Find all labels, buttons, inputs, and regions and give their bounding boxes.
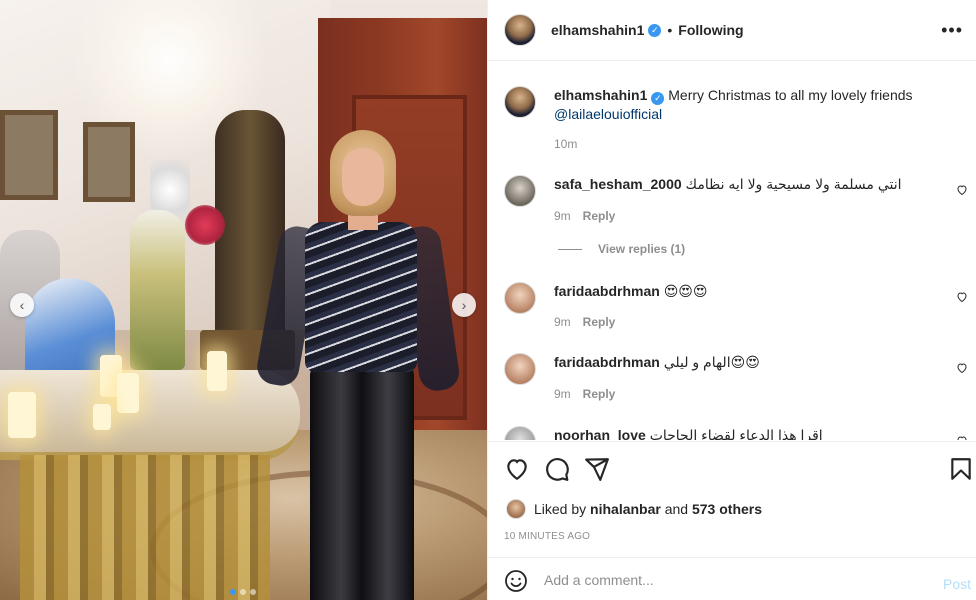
commenter-avatar[interactable]: [504, 353, 536, 385]
add-comment-bar: Post: [488, 557, 976, 600]
heart-icon[interactable]: [956, 291, 968, 303]
comment-body: safa_hesham_2000 انتي مسلمة ولا مسيحية و…: [554, 175, 934, 193]
view-replies-line: [558, 249, 582, 251]
author-avatar[interactable]: [504, 86, 536, 118]
following-button[interactable]: Following: [678, 22, 743, 38]
photo-flowers: [185, 205, 225, 245]
likes-summary: Liked by nihalanbar and 573 others: [506, 499, 762, 519]
likes-others[interactable]: 573 others: [692, 501, 762, 517]
carousel-dot: [230, 589, 236, 595]
reply-button[interactable]: Reply: [583, 387, 616, 401]
likes-prefix: Liked by: [534, 501, 587, 517]
likes-middle: and: [664, 501, 689, 517]
author-username[interactable]: elhamshahin1: [551, 22, 644, 38]
photo-wall-frame: [83, 122, 135, 202]
post-button[interactable]: Post: [943, 576, 971, 592]
photo-candle: [8, 392, 36, 438]
commenter-avatar[interactable]: [504, 426, 536, 440]
comments-list[interactable]: elhamshahin1 ✓ Merry Christmas to all my …: [488, 62, 976, 440]
comment-input[interactable]: [544, 568, 924, 592]
post-side-panel: elhamshahin1 ✓ • Following ••• elhamshah…: [487, 0, 976, 600]
caption-time: 10m: [554, 137, 578, 151]
heart-icon[interactable]: [956, 184, 968, 196]
comment-meta: 9m Reply: [554, 387, 615, 401]
comment-time: 9m: [554, 387, 571, 401]
likes-user[interactable]: nihalanbar: [590, 501, 661, 517]
carousel-dot: [240, 589, 246, 595]
reply-button[interactable]: Reply: [583, 209, 616, 223]
photo-person-legs: [310, 365, 414, 600]
caption-text: Merry Christmas to all my lovely friends: [668, 87, 913, 103]
photo-wall-frame: [0, 110, 58, 200]
post-media[interactable]: ‹ ›: [0, 0, 487, 600]
comment-username[interactable]: safa_hesham_2000: [554, 176, 682, 192]
comment-icon[interactable]: [544, 456, 570, 482]
carousel-dot: [250, 589, 256, 595]
comment-username[interactable]: noorhan_love: [554, 427, 646, 440]
photo-table: [0, 370, 300, 460]
verified-icon: ✓: [648, 23, 662, 37]
more-icon[interactable]: •••: [941, 20, 963, 41]
comment-text: انتي مسلمة ولا مسيحية ولا ايه نظامك: [685, 176, 902, 192]
caption-mention[interactable]: @lailaelouiofficial: [554, 106, 662, 122]
post-header: elhamshahin1 ✓ • Following •••: [488, 0, 976, 61]
liker-avatar[interactable]: [506, 499, 526, 519]
comment-username[interactable]: faridaabdrhman: [554, 354, 660, 370]
commenter-avatar[interactable]: [504, 282, 536, 314]
photo-person-face: [342, 148, 384, 206]
comment-body: noorhan_love اقرا هذا الدعاء لقضاء الحاج…: [554, 426, 934, 440]
view-replies-button[interactable]: View replies (1): [558, 242, 685, 256]
heart-icon[interactable]: [956, 362, 968, 374]
photo-candle: [117, 373, 139, 413]
caption-body: elhamshahin1 ✓ Merry Christmas to all my …: [554, 86, 934, 123]
reply-button[interactable]: Reply: [583, 315, 616, 329]
comment-time: 9m: [554, 315, 571, 329]
commenter-avatar[interactable]: [504, 175, 536, 207]
share-icon[interactable]: [584, 456, 610, 482]
comment-text: الهام و ليلي😍😍: [663, 354, 760, 370]
heart-icon[interactable]: [956, 435, 968, 440]
comment-meta: 9m Reply: [554, 315, 615, 329]
photo-table-base: [20, 455, 270, 600]
comment-username[interactable]: faridaabdrhman: [554, 283, 660, 299]
comment-body: faridaabdrhman 😍😍😍: [554, 282, 934, 300]
photo-candle: [93, 404, 111, 430]
post-actions: Liked by nihalanbar and 573 others 10 MI…: [488, 441, 976, 557]
carousel-indicator: [230, 589, 256, 595]
comment-text: 😍😍😍: [663, 283, 708, 299]
photo-candle: [207, 351, 227, 391]
post-timestamp[interactable]: 10 MINUTES AGO: [504, 531, 590, 542]
chevron-left-icon[interactable]: ‹: [10, 293, 34, 317]
emoji-icon[interactable]: [504, 569, 528, 593]
comment-meta: 9m Reply: [554, 209, 615, 223]
comment-body: faridaabdrhman الهام و ليلي😍😍: [554, 353, 934, 371]
heart-icon[interactable]: [504, 456, 530, 482]
view-replies-label: View replies (1): [598, 242, 686, 256]
caption-username[interactable]: elhamshahin1: [554, 87, 647, 103]
comment-time: 9m: [554, 209, 571, 223]
photo-person-top: [305, 222, 417, 372]
chevron-right-icon[interactable]: ›: [452, 293, 476, 317]
comment-text: اقرا هذا الدعاء لقضاء الحاجات: [649, 427, 823, 440]
photo-figurine: [130, 210, 185, 370]
author-avatar[interactable]: [504, 14, 536, 46]
verified-icon: ✓: [651, 92, 665, 105]
header-separator: •: [667, 22, 673, 38]
bookmark-icon[interactable]: [948, 456, 974, 482]
